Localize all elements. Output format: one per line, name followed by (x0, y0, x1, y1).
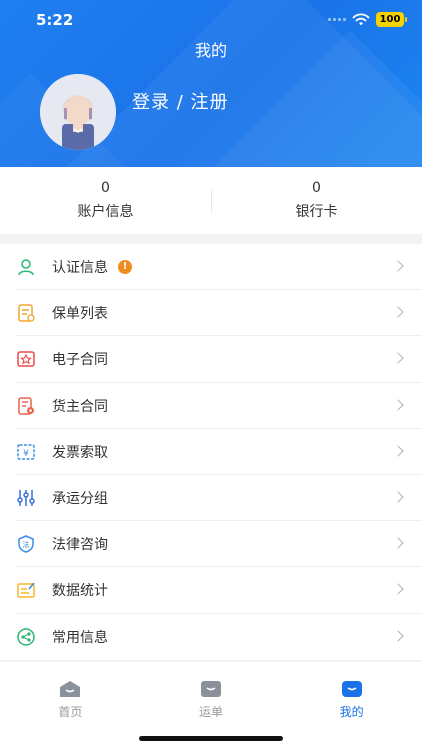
bank-card-label: 银行卡 (295, 204, 338, 220)
battery-indicator: 100 (376, 12, 407, 27)
chevron-right-icon (392, 352, 404, 365)
tab-label: 运单 (199, 705, 224, 719)
mine-icon (341, 681, 362, 697)
tab-label: 我的 (339, 705, 364, 719)
warning-badge-icon: ! (118, 260, 132, 275)
menu-item-legal-consult[interactable]: 法 法律咨询 (0, 521, 422, 568)
signal-icon (328, 18, 346, 21)
account-stats: 0 账户信息 0 银行卡 (0, 167, 422, 234)
menu-item-label: 数据统计 (52, 583, 108, 600)
menu-item-shipper-contract[interactable]: 货主合同 (0, 383, 422, 429)
menu-item-label: 承运分组 (52, 491, 108, 508)
account-info-count: 0 (101, 180, 110, 196)
common-info-icon (16, 627, 36, 647)
profile-header: 5:22 100 我的 登录 / 注册 (0, 0, 422, 167)
menu-item-label: 常用信息 (52, 629, 108, 646)
menu-item-invoice[interactable]: ¥ 发票索取 (0, 429, 422, 476)
legal-consult-icon: 法 (16, 534, 36, 554)
waybill-icon (201, 681, 221, 697)
menu-item-carrier-group[interactable]: 承运分组 (0, 475, 422, 522)
user-verify-icon (16, 257, 36, 277)
chevron-right-icon (392, 629, 404, 642)
stat-divider (211, 189, 212, 213)
bank-card-count: 0 (312, 180, 321, 196)
chevron-right-icon (392, 537, 404, 549)
menu-item-label: 保单列表 (52, 306, 108, 323)
chevron-right-icon (392, 398, 404, 411)
menu-item-label: 电子合同 (52, 352, 108, 369)
chevron-right-icon (392, 491, 404, 503)
menu-item-label: 货主合同 (52, 398, 108, 415)
tab-mine[interactable]: 我的 (281, 662, 422, 750)
carrier-group-icon (16, 488, 36, 508)
shipper-contract-icon (16, 396, 36, 416)
avatar[interactable] (40, 74, 116, 150)
login-register-link[interactable]: 登录 / 注册 (132, 88, 229, 114)
menu-item-verification[interactable]: 认证信息 ! (0, 244, 422, 291)
default-avatar-icon (40, 74, 116, 150)
home-indicator (139, 736, 283, 741)
account-info-stat[interactable]: 0 账户信息 (0, 167, 211, 234)
page-title: 我的 (194, 41, 227, 60)
data-stats-icon (16, 580, 36, 600)
policy-list-icon (16, 303, 36, 323)
tab-label: 首页 (58, 705, 83, 719)
svg-text:¥: ¥ (23, 449, 29, 459)
menu-item-e-contract[interactable]: 电子合同 (0, 336, 422, 383)
chevron-right-icon (392, 583, 404, 596)
menu-item-policy-list[interactable]: 保单列表 (0, 290, 422, 337)
e-contract-icon (16, 349, 36, 369)
menu-item-data-stats[interactable]: 数据统计 (0, 567, 422, 614)
bank-card-stat[interactable]: 0 银行卡 (211, 167, 422, 234)
account-info-label: 账户信息 (77, 204, 134, 220)
wifi-icon (352, 13, 370, 25)
chevron-right-icon (392, 445, 404, 457)
tab-home[interactable]: 首页 (0, 662, 141, 750)
invoice-icon: ¥ (16, 442, 36, 462)
status-indicators: 100 (328, 12, 407, 27)
settings-menu: 认证信息 ! 保单列表 电子合同 货主合同 ¥ 发票索取 承运分组 法 法律咨询… (0, 244, 422, 660)
chevron-right-icon (392, 306, 404, 318)
menu-item-label: 认证信息 (52, 260, 108, 277)
status-time: 5:22 (36, 11, 74, 29)
menu-item-label: 发票索取 (52, 444, 108, 461)
menu-item-label: 法律咨询 (52, 537, 108, 554)
home-icon (60, 681, 81, 697)
svg-text:法: 法 (23, 540, 30, 549)
chevron-right-icon (392, 260, 404, 272)
menu-item-common-info[interactable]: 常用信息 (0, 614, 422, 660)
